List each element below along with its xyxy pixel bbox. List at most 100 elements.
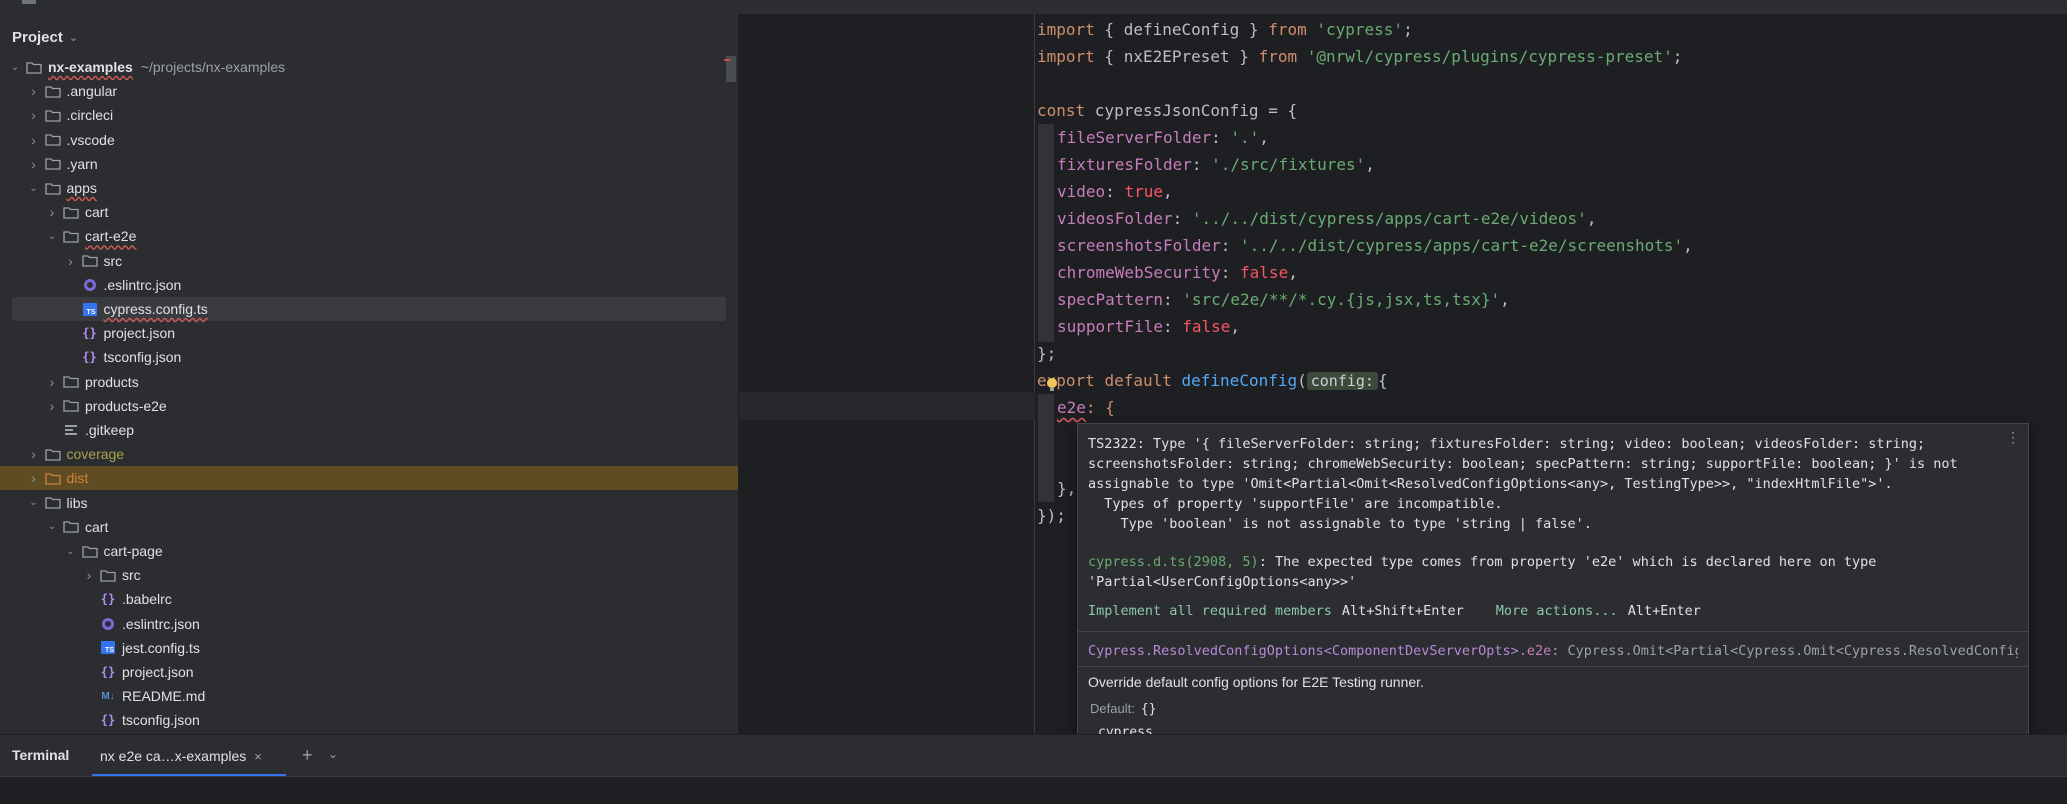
chevron-down-icon[interactable]: ⌄	[328, 747, 338, 761]
chevron-right-icon[interactable]: ›	[82, 567, 96, 583]
tree-file[interactable]: M↓ README.md	[0, 684, 738, 708]
code-line-property: video: true,	[1057, 182, 1173, 201]
more-options-icon[interactable]: ⋮	[2006, 430, 2020, 446]
tree-folder[interactable]: › .vscode	[0, 128, 738, 152]
chevron-right-icon[interactable]: ›	[45, 204, 59, 220]
typescript-file-icon: TS	[82, 302, 98, 316]
chevron-right-icon[interactable]: ›	[27, 470, 41, 486]
chevron-down-icon[interactable]: ⌄	[8, 60, 22, 74]
folder-icon	[44, 471, 61, 485]
tree-file[interactable]: .gitkeep	[0, 418, 738, 442]
json-file-icon: {}	[100, 713, 116, 728]
code-line-property: supportFile: false,	[1057, 317, 1241, 336]
tree-folder[interactable]: › products	[0, 370, 738, 394]
tree-item-label: coverage	[66, 446, 125, 463]
chevron-right-icon[interactable]: ›	[27, 446, 41, 462]
chevron-right-icon[interactable]: ›	[27, 107, 41, 123]
tree-root[interactable]: ⌄ nx-examples ~/projects/nx-examples	[0, 55, 738, 79]
chevron-right-icon[interactable]: ›	[64, 253, 78, 269]
editor-split-left	[739, 14, 1035, 734]
tree-folder[interactable]: ⌄ libs	[0, 491, 738, 515]
tree-file[interactable]: TS jest.config.ts	[0, 636, 738, 660]
tree-item-label: cart	[85, 204, 109, 221]
more-actions-link[interactable]: More actions...	[1496, 601, 1618, 621]
tree-item-label: .gitkeep	[85, 422, 135, 438]
chevron-right-icon[interactable]: ›	[27, 156, 41, 172]
tree-file[interactable]: TS cypress.config.ts	[12, 297, 726, 321]
terminal-content[interactable]	[0, 776, 2067, 804]
declaration-signature: Cypress.ResolvedConfigOptions<ComponentD…	[1088, 643, 2018, 659]
markdown-file-icon: M↓	[101, 690, 115, 702]
lightbulb-icon[interactable]	[1047, 378, 1057, 391]
shortcut-label: Alt+Shift+Enter	[1341, 603, 1464, 619]
code-line-export: export default defineConfig(config:{	[1037, 371, 1388, 390]
tree-file[interactable]: {} tsconfig.json	[0, 708, 738, 732]
folder-open-icon	[44, 181, 61, 195]
code-line-property: videosFolder: '../../dist/cypress/apps/c…	[1057, 209, 1597, 228]
folder-open-icon	[63, 520, 79, 534]
tree-folder[interactable]: › products-e2e	[0, 394, 738, 418]
tree-folder[interactable]: › coverage	[0, 442, 738, 466]
tree-folder[interactable]: ⌄ cart	[0, 515, 738, 539]
error-message: TS2322: Type '{ fileServerFolder: string…	[1088, 436, 1958, 532]
tree-folder[interactable]: ⌄ cart-e2e	[0, 224, 738, 248]
chevron-right-icon[interactable]: ›	[27, 132, 41, 148]
quick-fix-actions: Implement all required members Alt+Shift…	[1088, 601, 1701, 621]
tree-folder[interactable]: ⌄ apps	[0, 176, 738, 200]
chevron-right-icon[interactable]: ›	[45, 398, 59, 414]
tree-folder[interactable]: › cart	[0, 200, 738, 224]
folder-icon	[44, 84, 61, 98]
parameter-hint: config:	[1306, 372, 1378, 390]
fold-region-marker	[1038, 124, 1054, 342]
tree-item-label: project.json	[103, 325, 176, 342]
tree-folder[interactable]: › dist	[0, 466, 738, 491]
code-line-2: import { nxE2EPreset } from '@nrwl/cypre…	[1037, 47, 1683, 66]
tree-item-label: tsconfig.json	[122, 712, 200, 729]
tree-folder[interactable]: › src	[0, 563, 738, 587]
tree-folder[interactable]: › src	[0, 249, 738, 273]
tree-folder[interactable]: › .yarn	[0, 152, 738, 176]
source-file-link[interactable]: cypress.d.ts(2908, 5)	[1088, 554, 1259, 570]
tree-item-label: .babelrc	[122, 591, 172, 608]
tree-file[interactable]: .eslintrc.json	[0, 612, 738, 636]
chevron-down-icon[interactable]: ⌄	[64, 544, 78, 558]
project-view-selector[interactable]: Project ⌄	[12, 26, 78, 48]
terminal-title[interactable]: Terminal	[12, 747, 69, 763]
json-file-icon: {}	[100, 592, 116, 607]
folder-icon	[63, 375, 79, 389]
tree-file[interactable]: {} project.json	[0, 321, 738, 345]
chevron-right-icon[interactable]: ›	[27, 83, 41, 99]
chevron-down-icon: ⌄	[68, 31, 79, 44]
folder-open-icon	[44, 496, 61, 510]
tree-file[interactable]: {} project.json	[0, 660, 738, 684]
terminal-tab[interactable]: nx e2e ca…x-examples ×	[92, 735, 286, 777]
folder-open-icon	[26, 60, 42, 74]
implement-members-action[interactable]: Implement all required members	[1088, 601, 1332, 621]
menu-icon[interactable]	[22, 0, 36, 4]
json-file-icon: {}	[82, 326, 97, 341]
tree-item-label: .eslintrc.json	[103, 276, 182, 293]
tree-file[interactable]: {} .babelrc	[0, 587, 738, 611]
folder-icon	[63, 205, 79, 219]
tree-file[interactable]: .eslintrc.json	[0, 273, 738, 297]
tree-item-label: tsconfig.json	[103, 349, 182, 366]
code-line-close-object: };	[1037, 344, 1057, 363]
chevron-right-icon[interactable]: ›	[45, 374, 59, 390]
chevron-down-icon[interactable]: ⌄	[27, 181, 41, 195]
title-strip	[0, 0, 2067, 15]
tree-file[interactable]: {} tsconfig.json	[0, 345, 738, 369]
tree-folder[interactable]: › .angular	[0, 79, 738, 103]
tree-folder[interactable]: › .circleci	[0, 103, 738, 127]
tree-folder[interactable]: ⌄ cart-page	[0, 539, 738, 563]
tree-item-label: .circleci	[66, 107, 114, 124]
scrollbar-error-marker[interactable]	[724, 56, 736, 82]
new-tab-button[interactable]: +	[302, 745, 313, 766]
close-icon[interactable]: ×	[254, 749, 262, 764]
folder-icon	[44, 133, 61, 147]
chevron-down-icon[interactable]: ⌄	[27, 496, 41, 510]
chevron-down-icon[interactable]: ⌄	[45, 229, 59, 243]
chevron-down-icon[interactable]: ⌄	[45, 520, 59, 534]
